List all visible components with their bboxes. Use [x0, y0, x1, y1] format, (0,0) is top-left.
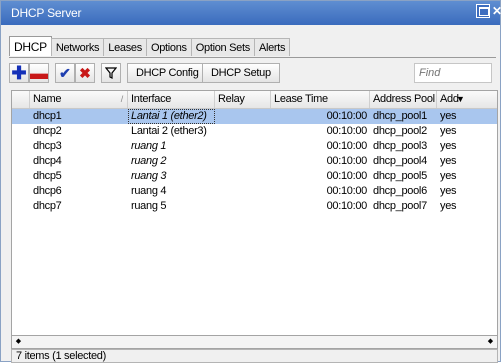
column-header-add[interactable]: Add	[437, 91, 459, 108]
cell-address-pool: dhcp_pool2	[373, 125, 427, 137]
table-row[interactable]: dhcp4 ruang 2 00:10:00 dhcp_pool4 yes	[12, 154, 497, 169]
cell-lease-time: 00:10:00	[326, 125, 368, 137]
add-button[interactable]: ✚	[9, 63, 29, 83]
cell-add: yes	[440, 185, 457, 197]
toolbar: ✚ ▬ ✔ ✖ DHCP Config DHCP Setup	[9, 63, 496, 83]
maximize-icon[interactable]	[475, 4, 490, 18]
cell-address-pool: dhcp_pool5	[373, 170, 427, 182]
close-icon[interactable]: ✕	[492, 4, 501, 18]
filter-icon	[104, 67, 118, 79]
cell-lease-time: 00:10:00	[326, 110, 368, 122]
cell-address-pool: dhcp_pool6	[373, 185, 427, 197]
window-title: DHCP Server	[11, 6, 82, 20]
tab-divider	[9, 57, 496, 58]
cell-interface: ruang 1	[131, 140, 167, 152]
horizontal-scrollbar[interactable]: ◆ ◆	[11, 336, 498, 349]
column-header-lease-time[interactable]: Lease Time	[271, 91, 370, 108]
cell-interface: Lantai 2 (ether3)	[131, 125, 207, 137]
enable-button[interactable]: ✔	[55, 63, 75, 83]
cell-lease-time: 00:10:00	[326, 155, 368, 167]
table-row[interactable]: dhcp6 ruang 4 00:10:00 dhcp_pool6 yes	[12, 184, 497, 199]
tab-option-sets[interactable]: Option Sets	[190, 38, 255, 56]
cell-relay	[215, 184, 271, 199]
cell-relay	[215, 154, 271, 169]
table-row[interactable]: dhcp2 Lantai 2 (ether3) 00:10:00 dhcp_pool2…	[12, 124, 497, 139]
table-row[interactable]: dhcp5 ruang 3 00:10:00 dhcp_pool5 yes	[12, 169, 497, 184]
cell-relay	[215, 199, 271, 214]
cell-interface: ruang 4	[131, 185, 167, 197]
cell-interface: ruang 3	[131, 170, 167, 182]
cell-address-pool: dhcp_pool4	[373, 155, 427, 167]
dhcp-config-button[interactable]: DHCP Config	[127, 63, 208, 83]
table-row[interactable]: dhcp7 ruang 5 00:10:00 dhcp_pool7 yes	[12, 199, 497, 214]
cell-interface: ruang 5	[131, 200, 167, 212]
cell-name: dhcp5	[33, 170, 62, 182]
cell-relay	[215, 169, 271, 184]
dhcp-server-window: DHCP Server ✕ DHCP Networks Leases Optio…	[0, 0, 501, 363]
tab-bar: DHCP Networks Leases Options Option Sets…	[9, 36, 291, 57]
tab-alerts[interactable]: Alerts	[253, 38, 291, 56]
tab-options[interactable]: Options	[145, 38, 192, 56]
sort-icon: /	[120, 94, 124, 104]
cell-add: yes	[440, 110, 457, 122]
remove-button[interactable]: ▬	[29, 63, 49, 83]
dhcp-setup-button[interactable]: DHCP Setup	[202, 63, 280, 83]
table-row[interactable]: dhcp3 ruang 1 00:10:00 dhcp_pool3 yes	[12, 139, 497, 154]
remove-icon: ▬	[30, 63, 48, 83]
status-bar: 7 items (1 selected)	[11, 349, 498, 363]
header-marker	[12, 91, 30, 108]
filter-button[interactable]	[101, 63, 121, 83]
find-input[interactable]	[415, 64, 493, 82]
cell-add: yes	[440, 200, 457, 212]
cell-add: yes	[440, 155, 457, 167]
cell-relay	[215, 139, 271, 154]
window-controls: ✕	[475, 4, 501, 18]
cell-relay	[215, 109, 271, 124]
cell-add: yes	[440, 170, 457, 182]
columns-menu-icon[interactable]: ▼	[456, 91, 470, 108]
cell-lease-time: 00:10:00	[326, 185, 368, 197]
scroll-right-icon[interactable]: ◆	[485, 337, 496, 347]
cell-lease-time: 00:10:00	[326, 140, 368, 152]
table-row[interactable]: dhcp1 Lantai 1 (ether2) 00:10:00 dhcp_pool1…	[12, 109, 497, 124]
cell-name: dhcp6	[33, 185, 62, 197]
enable-icon: ✔	[59, 65, 71, 81]
title-bar[interactable]: DHCP Server ✕	[1, 1, 501, 25]
disable-icon: ✖	[79, 65, 91, 81]
find-box	[414, 63, 493, 83]
column-header-relay[interactable]: Relay	[215, 91, 271, 108]
tab-leases[interactable]: Leases	[103, 38, 147, 56]
cell-lease-time: 00:10:00	[326, 200, 368, 212]
cell-name: dhcp2	[33, 125, 62, 137]
tab-dhcp[interactable]: DHCP	[9, 36, 52, 56]
cell-add: yes	[440, 125, 457, 137]
disable-button[interactable]: ✖	[75, 63, 95, 83]
cell-name: dhcp1	[33, 110, 62, 122]
cell-lease-time: 00:10:00	[326, 170, 368, 182]
add-icon: ✚	[11, 63, 27, 83]
column-header-address-pool[interactable]: Address Pool	[370, 91, 437, 108]
dhcp-server-table: Name / Interface Relay Lease Time Address…	[11, 90, 498, 336]
cell-name: dhcp3	[33, 140, 62, 152]
column-header-interface[interactable]: Interface	[128, 91, 215, 108]
cell-name: dhcp7	[33, 200, 62, 212]
cell-address-pool: dhcp_pool1	[373, 110, 427, 122]
cell-address-pool: dhcp_pool3	[373, 140, 427, 152]
cell-name: dhcp4	[33, 155, 62, 167]
tab-networks[interactable]: Networks	[50, 38, 105, 56]
cell-interface: ruang 2	[131, 155, 167, 167]
cell-add: yes	[440, 140, 457, 152]
cell-relay	[215, 124, 271, 139]
table-header: Name / Interface Relay Lease Time Address…	[12, 91, 497, 109]
scroll-left-icon[interactable]: ◆	[13, 337, 24, 347]
cell-interface: Lantai 1 (ether2)	[128, 109, 215, 124]
column-header-name[interactable]: Name /	[30, 91, 128, 108]
cell-address-pool: dhcp_pool7	[373, 200, 427, 212]
